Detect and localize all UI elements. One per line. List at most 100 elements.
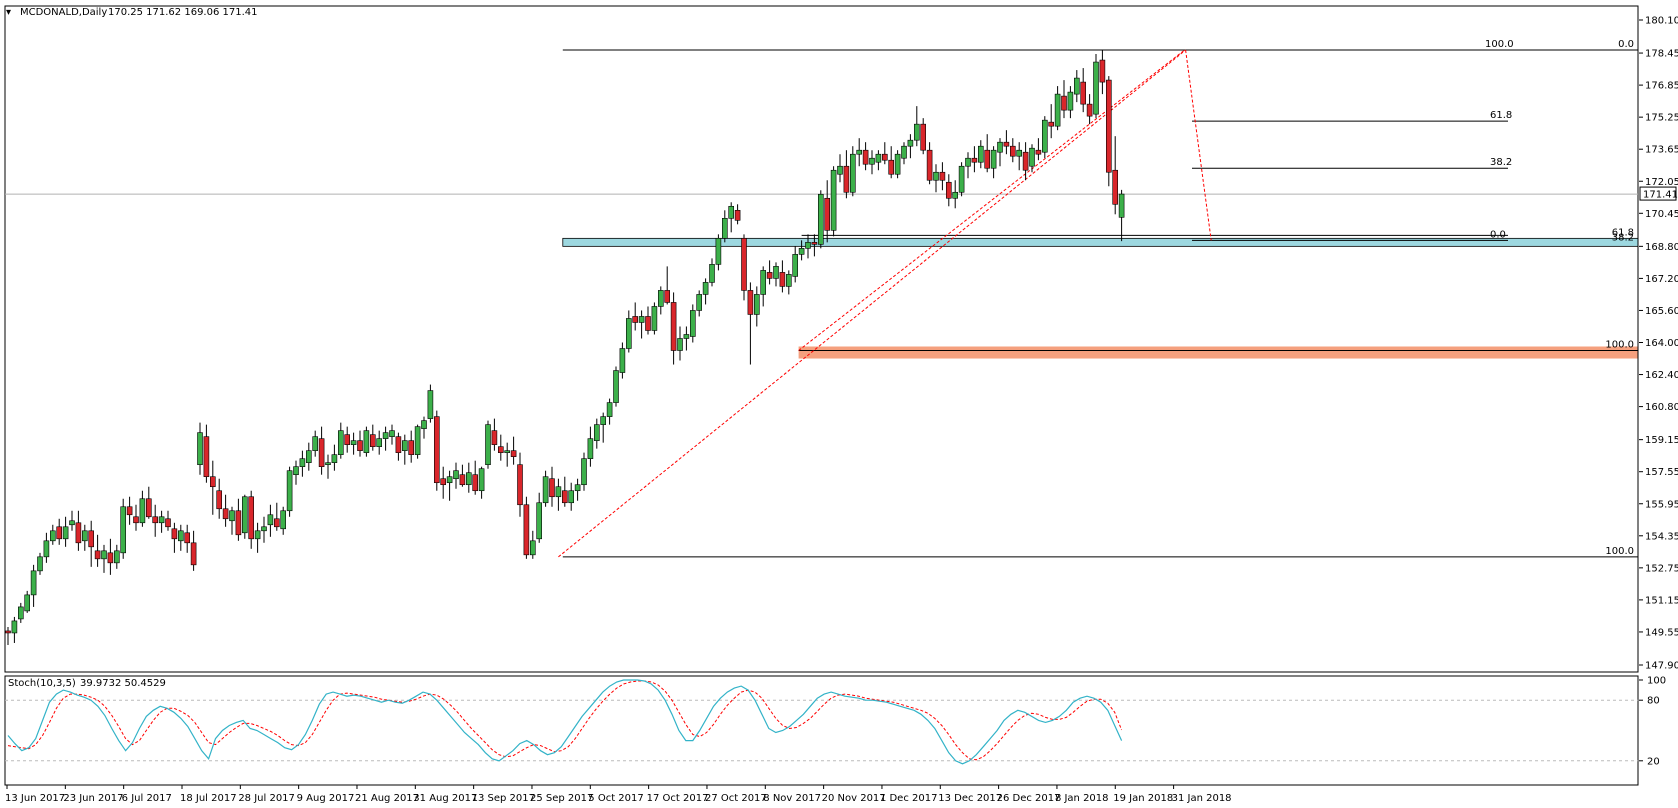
candle-bear (1106, 79, 1112, 173)
date-tick-label: 9 Aug 2017 (297, 793, 355, 804)
candle-bull (696, 294, 703, 311)
candle-bull (869, 157, 875, 165)
candle-bull (683, 334, 690, 339)
candle-bull (49, 530, 56, 542)
candle-bear (357, 440, 363, 451)
candle-bear (741, 238, 747, 291)
candle-bear (497, 446, 504, 453)
candle-bear (472, 474, 479, 492)
candle-bear (203, 436, 210, 478)
candle-bear (75, 522, 82, 544)
axes-layer: 180.10 178.45 176.85 175.25 173.65 172.05 170.… (5, 16, 1678, 805)
price-tick-label: 152.75 (1645, 563, 1678, 574)
candle-bull (158, 516, 165, 524)
candle-bull (773, 266, 779, 279)
candle-bear (1061, 95, 1067, 111)
candle-bull (485, 424, 491, 465)
frame-layer (4, 5, 1639, 786)
candle-bull (401, 440, 408, 451)
price-tick-label: 155.95 (1645, 499, 1678, 510)
candle-bear (171, 528, 178, 540)
candle-bull (43, 540, 50, 558)
candle-bull (856, 149, 863, 155)
price-tick-label: 160.80 (1645, 402, 1678, 413)
candle-bear (824, 197, 831, 231)
candle-bull (657, 290, 664, 307)
candle-bull (792, 254, 799, 277)
price-tick-label: 147.90 (1645, 661, 1678, 672)
candle-bull (286, 470, 293, 512)
candle-bear (126, 506, 133, 516)
candle-bull (305, 450, 312, 463)
stoch-tick-label: 20 (1647, 756, 1660, 767)
candle-bull (849, 153, 856, 193)
date-tick-label: 13 Dec 2017 (938, 793, 1002, 804)
trendline-dashed-2[interactable] (798, 49, 1185, 351)
candle-bull (120, 506, 126, 554)
candle-bull (913, 123, 920, 141)
candle-bull (613, 370, 619, 403)
candle-bull (709, 264, 715, 283)
candle-bull (197, 432, 203, 465)
price-tick-label: 168.80 (1645, 242, 1678, 253)
candle-bull (82, 530, 88, 542)
demand-zone[interactable] (798, 346, 1638, 359)
trading-chart-window[interactable]: 100.0 61.8 38.2 0.0 0.0 61.8 38.2 100.0 100.0 18… (0, 0, 1678, 808)
candle-bear (510, 450, 517, 457)
stoch-label: Stoch(10,3,5) (8, 678, 76, 689)
candle-bear (561, 490, 568, 504)
candle-bear (971, 157, 978, 163)
candle-bull (478, 468, 485, 492)
candle-bull (702, 282, 709, 295)
candle-bull (261, 526, 267, 532)
date-tick-label: 20 Nov 2017 (822, 793, 886, 804)
candle-bear (369, 434, 376, 447)
stochastic-layer (5, 679, 1638, 765)
date-tick-label: 18 Jul 2017 (180, 793, 237, 804)
candle-bull (69, 520, 75, 526)
candle-bull (997, 141, 1003, 153)
candle-bull (901, 145, 907, 159)
candle-bull (337, 430, 344, 455)
trendline-layer[interactable] (558, 49, 1212, 558)
candle-bear (1022, 151, 1029, 171)
date-tick-label: 26 Dec 2017 (997, 793, 1061, 804)
fibonacci-layer[interactable]: 100.061.838.20.00.061.838.2100.0100.0 (562, 39, 1638, 558)
trendline-dashed-1[interactable] (558, 49, 1186, 558)
price-tick-label: 151.15 (1645, 595, 1678, 606)
candle-bull (1067, 91, 1074, 111)
chart-symbol: MCDONALD,Daily (20, 7, 107, 18)
candle-bear (984, 149, 991, 169)
candle-bear (1099, 59, 1106, 83)
candle-bear (273, 518, 280, 528)
fib-label: 38.2 (1490, 157, 1512, 168)
trendline-dashed-3[interactable] (1185, 49, 1212, 241)
date-tick-label: 8 Nov 2017 (763, 793, 821, 804)
price-tick-label: 172.05 (1645, 177, 1678, 188)
candle-bear (210, 476, 216, 488)
candle-bear (1048, 121, 1054, 127)
support-zone[interactable] (562, 237, 1639, 247)
fib-right-label: 0.0 (1618, 39, 1634, 50)
menu-triangle-icon[interactable]: ▾ (6, 7, 11, 18)
candle-bull (875, 153, 882, 163)
candle-bear (165, 518, 171, 528)
candle-bull (242, 496, 248, 534)
candle-bull (1016, 149, 1023, 157)
candle-bear (811, 242, 818, 245)
candle-bull (760, 270, 767, 295)
candle-bull (101, 550, 107, 560)
candle-bull (293, 466, 299, 476)
candle-bull (977, 145, 984, 163)
price-tick-label: 157.55 (1645, 467, 1678, 478)
price-tick-label: 178.45 (1645, 49, 1678, 60)
candle-bull (24, 594, 31, 612)
price-chart[interactable]: 100.061.838.20.00.061.838.2100.0100.0 18… (0, 0, 1678, 808)
candle-bull (587, 438, 594, 459)
candle-bull (1074, 77, 1080, 95)
date-tick-label: 28 Jul 2017 (238, 793, 295, 804)
candle-bull (715, 238, 722, 265)
date-tick-label: 8 Jan 2018 (1055, 793, 1109, 804)
candle-bull (529, 540, 536, 556)
candle-bull (254, 530, 261, 540)
